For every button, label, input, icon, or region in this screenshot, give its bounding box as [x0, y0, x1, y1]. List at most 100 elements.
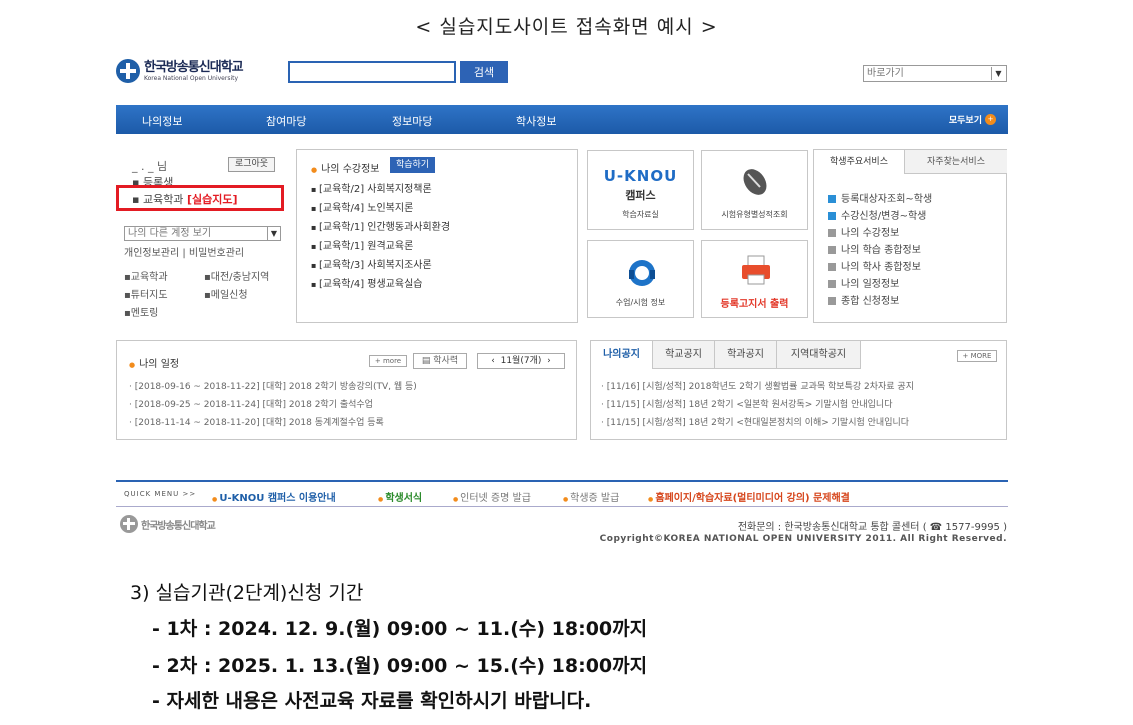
course-item[interactable]: [교육학/2] 사회복지정책론 — [311, 180, 432, 195]
link-mentoring[interactable]: ▪멘토링 — [124, 304, 158, 319]
tab-school-notice[interactable]: 학교공지 — [653, 341, 715, 369]
course-item[interactable]: [교육학/1] 인간행동과사회환경 — [311, 218, 450, 233]
tile-campus[interactable]: U-KNOU 캠퍼스 학습자료실 — [587, 150, 694, 230]
notice-item[interactable]: [11/15] [시험/성적] 18년 2학기 <현대일본정치의 이해> 기말시… — [601, 415, 909, 428]
square-bullet-icon — [828, 246, 836, 254]
headset-icon — [629, 260, 655, 286]
schedule-title: 나의 일정 — [129, 355, 179, 370]
tab-my-notice[interactable]: 나의공지 — [591, 341, 653, 369]
calendar-button[interactable]: ▤ 학사력 — [413, 353, 467, 369]
tile-grades[interactable]: 시험유형별성적조회 — [701, 150, 808, 230]
square-bullet-icon — [828, 297, 836, 305]
search-button[interactable]: 검색 — [460, 61, 508, 83]
notice-panel: 나의공지 학교공지 학과공지 지역대학공지 + MORE [11/16] [시험… — [590, 340, 1007, 440]
month-navigator[interactable]: ‹ 11월(7개) › — [477, 353, 565, 369]
service-item[interactable]: 등록대상자조회~학생 — [828, 190, 932, 205]
chevron-down-icon[interactable]: ▼ — [991, 67, 1005, 80]
schedule-line-1: - 1차 : 2024. 12. 9.(월) 09:00 ~ 11.(수) 18… — [152, 618, 648, 640]
service-label: 나의 수강정보 — [841, 228, 900, 239]
main-nav: 나의정보 참여마당 정보마당 학사정보 모두보기 + — [116, 105, 1008, 134]
quick-student-card[interactable]: 학생증 발급 — [563, 489, 619, 504]
notice-item[interactable]: [11/16] [시험/성적] 2018학년도 2학기 생활법률 교과목 학보특… — [601, 379, 914, 392]
tab-region-notice[interactable]: 지역대학공지 — [777, 341, 861, 369]
service-label: 수강신청/변경~학생 — [841, 211, 927, 222]
tile-campus-label: 학습자료실 — [622, 210, 659, 219]
footer-contact: 전화문의 : 한국방송통신대학교 통합 콜센터 ( ☎ 1577-9995 ) — [737, 522, 1007, 533]
schedule-item[interactable]: [2018-09-25 ~ 2018-11-24] [대학] 2018 2학기 … — [129, 397, 373, 410]
plus-icon[interactable]: + — [985, 114, 996, 125]
service-label: 나의 학사 종합정보 — [841, 262, 921, 273]
service-item[interactable]: 나의 학습 종합정보 — [828, 241, 921, 256]
quick-link-select[interactable]: 바로가기 ▼ — [863, 65, 1007, 82]
link-region[interactable]: ▪대전/충남지역 — [204, 268, 269, 283]
notice-line: - 자세한 내용은 사전교육 자료를 확인하시기 바랍니다. — [152, 690, 592, 712]
service-label: 나의 일정정보 — [841, 279, 900, 290]
user-name: _ . _ 님 — [132, 160, 168, 173]
section-heading: 3) 실습기관(2단계)신청 기간 — [130, 582, 364, 604]
notice-more-button[interactable]: + MORE — [957, 350, 997, 362]
quick-link-value: 바로가기 — [867, 68, 904, 79]
printer-icon — [742, 255, 770, 285]
schedule-item[interactable]: [2018-11-14 ~ 2018-11-20] [대학] 2018 동계계절… — [129, 415, 384, 428]
study-button[interactable]: 학습하기 — [390, 157, 435, 173]
nav-information[interactable]: 정보마당 — [392, 113, 432, 129]
figure-caption: < 실습지도사이트 접속화면 예시 > — [415, 16, 718, 38]
tile-grades-label: 시험유형별성적조회 — [721, 210, 788, 219]
tab-dept-notice[interactable]: 학과공지 — [715, 341, 777, 369]
course-item[interactable]: [교육학/4] 노인복지론 — [311, 199, 413, 214]
schedule-item[interactable]: [2018-09-16 ~ 2018-11-22] [대학] 2018 2학기 … — [129, 379, 417, 392]
quick-menu-label: QUICK MENU >> — [124, 490, 197, 498]
quick-certificate[interactable]: 인터넷 증명 발급 — [453, 489, 531, 504]
campus-text: 캠퍼스 — [625, 189, 656, 202]
calendar-label: 학사력 — [433, 356, 459, 366]
account-select[interactable]: 나의 다른 계정 보기 ▼ — [124, 226, 281, 241]
square-bullet-icon — [828, 263, 836, 271]
schedule-line-2: - 2차 : 2025. 1. 13.(월) 09:00 ~ 15.(수) 18… — [152, 655, 648, 677]
course-panel: 나의 수강정보 학습하기 [교육학/2] 사회복지정책론 [교육학/4] 노인복… — [296, 149, 578, 323]
search-input[interactable] — [288, 61, 456, 83]
course-item[interactable]: [교육학/1] 원격교육론 — [311, 237, 413, 252]
service-item[interactable]: 나의 일정정보 — [828, 275, 899, 290]
account-links[interactable]: 개인정보관리 | 비밀번호관리 — [124, 244, 244, 259]
schedule-more-button[interactable]: + more — [369, 355, 407, 367]
quick-student-forms[interactable]: 학생서식 — [378, 489, 422, 504]
service-item[interactable]: 수강신청/변경~학생 — [828, 207, 926, 222]
nav-participation[interactable]: 참여마당 — [266, 113, 306, 129]
service-item[interactable]: 종합 신청정보 — [828, 292, 899, 307]
service-item[interactable]: 나의 수강정보 — [828, 224, 899, 239]
logo-emblem-icon — [120, 515, 138, 533]
square-bullet-icon — [828, 195, 836, 203]
user-panel: _ . _ 님 로그아웃 ▪ 등록생 ▪ 교육학과 [실습지도] 나의 다른 계… — [116, 150, 288, 325]
logout-button[interactable]: 로그아웃 — [228, 157, 275, 172]
link-mail[interactable]: ▪메일신청 — [204, 286, 248, 301]
month-label: 11월(7개) — [500, 356, 542, 366]
services-panel: 학생주요서비스 자주찾는서비스 등록대상자조회~학생 수강신청/변경~학생 나의… — [813, 149, 1007, 323]
logo-emblem-icon — [116, 59, 140, 83]
nav-academic[interactable]: 학사정보 — [516, 113, 556, 129]
knou-logo-text: U-KNOU — [603, 167, 678, 185]
view-all-link[interactable]: 모두보기 — [949, 113, 982, 126]
service-item[interactable]: 나의 학사 종합정보 — [828, 258, 921, 273]
footer-logo-text: 한국방송통신대학교 — [141, 520, 216, 532]
tile-invoice[interactable]: 등록고지서 출력 — [701, 240, 808, 318]
logo-korean: 한국방송통신대학교 — [144, 59, 244, 75]
link-department[interactable]: ▪교육학과 — [124, 268, 168, 283]
tile-exam-info[interactable]: 수업/시험 정보 — [587, 240, 694, 318]
course-item[interactable]: [교육학/3] 사회복지조사론 — [311, 256, 432, 271]
square-bullet-icon — [828, 280, 836, 288]
quick-campus-guide[interactable]: U-KNOU 캠퍼스 이용안내 — [212, 489, 335, 504]
square-bullet-icon — [828, 212, 836, 220]
link-tutor[interactable]: ▪튜터지도 — [124, 286, 168, 301]
footer-logo: 한국방송통신대학교 — [120, 515, 216, 533]
course-item[interactable]: [교육학/4] 평생교육실습 — [311, 275, 423, 290]
chevron-down-icon[interactable]: ▼ — [267, 227, 280, 240]
quick-troubleshoot[interactable]: 홈페이지/학습자료(멀티미디어 강의) 문제해결 — [648, 489, 850, 504]
highlight-box — [116, 185, 284, 211]
quick-menu-bar: QUICK MENU >> U-KNOU 캠퍼스 이용안내 학생서식 인터넷 증… — [116, 480, 1008, 507]
university-logo[interactable]: 한국방송통신대학교 Korea National Open University — [116, 58, 286, 84]
tab-student-services[interactable]: 학생주요서비스 — [814, 150, 905, 174]
schedule-panel: 나의 일정 + more ▤ 학사력 ‹ 11월(7개) › [2018-09-… — [116, 340, 577, 440]
nav-my-info[interactable]: 나의정보 — [142, 113, 182, 129]
notice-item[interactable]: [11/15] [시험/성적] 18년 2학기 <일본학 원서강독> 기말시험 … — [601, 397, 893, 410]
tab-frequent-services[interactable]: 자주찾는서비스 — [905, 150, 1007, 174]
